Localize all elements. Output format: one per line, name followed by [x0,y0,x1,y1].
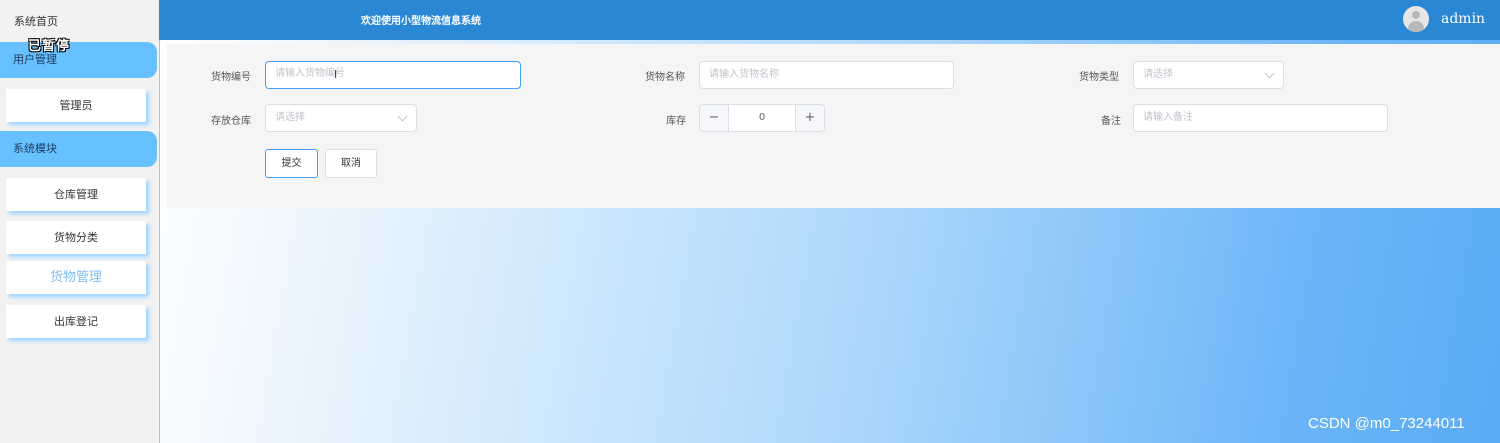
page-title: 欢迎使用小型物流信息系统 [361,16,481,27]
header-bar: 欢迎使用小型物流信息系统 admin [159,0,1500,40]
warehouse-label: 存放仓库 [211,116,251,127]
sidebar-item-goods-category[interactable]: 货物分类 [6,221,146,254]
sidebar-item-warehouse[interactable]: 仓库管理 [6,178,146,211]
sidebar-item-home[interactable]: 系统首页 [14,13,58,29]
goods-code-input[interactable]: 请输入货物编号 I [265,61,521,89]
goods-code-label: 货物编号 [211,72,251,83]
sidebar: 系统首页 已暂停 用户管理 管理员 系统模块 仓库管理 货物分类 货物管理 出库… [0,0,160,443]
stock-value[interactable]: 0 [729,105,795,131]
goods-type-select[interactable]: 请选择 [1133,61,1284,89]
goods-type-placeholder: 请选择 [1143,69,1173,80]
stock-label: 库存 [666,116,686,127]
sidebar-group-system-module[interactable]: 系统模块 [0,131,157,167]
sidebar-item-goods-management[interactable]: 货物管理 [6,261,146,294]
avatar[interactable] [1403,6,1429,32]
warehouse-placeholder: 请选择 [275,112,305,123]
chevron-down-icon [1264,68,1275,79]
paused-overlay-label: 已暂停 [28,39,71,54]
warehouse-select[interactable]: 请选择 [265,104,417,132]
remark-placeholder: 请输入备注 [1143,112,1193,123]
user-icon-body [1408,21,1424,32]
sidebar-item-admin[interactable]: 管理员 [6,89,146,122]
username[interactable]: admin [1441,11,1485,27]
goods-type-label: 货物类型 [1079,72,1119,83]
goods-name-placeholder: 请输入货物名称 [709,69,779,80]
cancel-button[interactable]: 取消 [325,149,377,178]
stock-stepper[interactable]: − 0 + [699,104,825,132]
minus-icon[interactable]: − [700,105,729,131]
watermark-text: CSDN @m0_73244011 [1308,415,1465,432]
remark-label: 备注 [1101,116,1121,127]
sidebar-item-outbound[interactable]: 出库登记 [6,305,146,338]
sidebar-group-user-management[interactable]: 用户管理 [0,42,157,78]
plus-icon[interactable]: + [795,105,824,131]
remark-input[interactable]: 请输入备注 [1133,104,1388,132]
text-cursor-icon: I [334,68,338,81]
chevron-down-icon [397,111,408,122]
goods-name-input[interactable]: 请输入货物名称 [699,61,954,89]
user-icon [1412,11,1420,19]
submit-button[interactable]: 提交 [265,149,318,178]
goods-name-label: 货物名称 [645,72,685,83]
